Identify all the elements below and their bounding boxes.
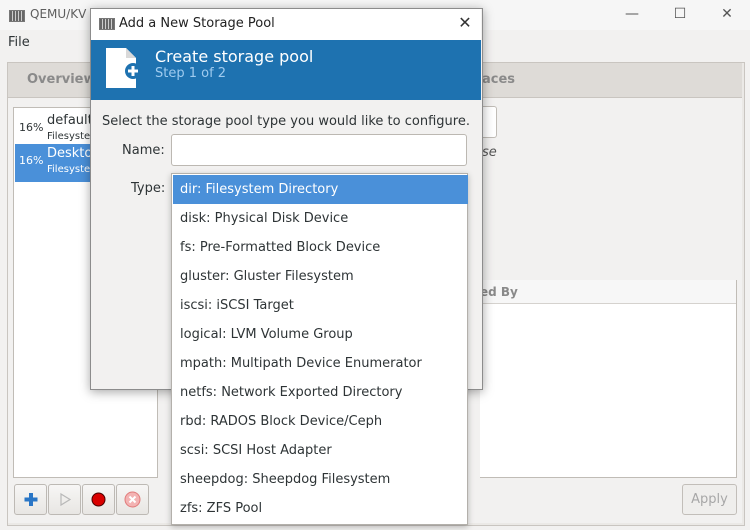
pool-type: Filesyste — [47, 164, 91, 175]
dialog-app-icon — [99, 18, 115, 30]
delete-pool-icon — [117, 485, 148, 514]
stop-pool-icon — [83, 485, 114, 514]
type-option-sheepdog[interactable]: sheepdog: Sheepdog Filesystem — [173, 465, 468, 494]
pool-name: Deskto — [47, 146, 93, 161]
maximize-icon[interactable]: ☐ — [665, 4, 695, 24]
stop-pool-button[interactable] — [82, 484, 115, 515]
pool-usage: 16% — [19, 121, 44, 134]
close-window-icon[interactable]: ✕ — [712, 4, 742, 24]
type-option-mpath[interactable]: mpath: Multipath Device Enumerator — [173, 349, 468, 378]
delete-pool-button[interactable] — [116, 484, 149, 515]
menu-file[interactable]: File — [8, 35, 30, 50]
type-option-disk[interactable]: disk: Physical Disk Device — [173, 204, 468, 233]
pool-usage: 16% — [19, 154, 44, 167]
dialog-step-indicator: Step 1 of 2 — [155, 66, 227, 81]
name-label: Name: — [122, 143, 165, 158]
type-option-rbd[interactable]: rbd: RADOS Block Device/Ceph — [173, 407, 468, 436]
dialog-title: Add a New Storage Pool — [119, 16, 275, 31]
tab-network-interfaces[interactable]: aces — [482, 72, 515, 87]
apply-button[interactable]: Apply — [682, 484, 737, 515]
pool-name: default — [47, 113, 93, 128]
pool-type: Filesyste — [47, 131, 91, 142]
dialog-heading: Create storage pool — [155, 47, 314, 66]
start-pool-button[interactable] — [48, 484, 81, 515]
type-label: Type: — [131, 181, 166, 196]
pool-detail-text: se — [482, 145, 497, 160]
add-pool-icon — [15, 485, 46, 514]
dialog-instructions: Select the storage pool type you would l… — [102, 114, 470, 129]
volumes-table[interactable] — [480, 280, 737, 478]
main-window-title: QEMU/KV — [30, 7, 87, 21]
app-icon — [9, 10, 25, 22]
used-by-column-header[interactable]: ed By — [480, 285, 518, 299]
type-option-scsi[interactable]: scsi: SCSI Host Adapter — [173, 436, 468, 465]
type-option-fs[interactable]: fs: Pre-Formatted Block Device — [173, 233, 468, 262]
minimize-icon[interactable]: — — [617, 4, 647, 24]
type-option-zfs[interactable]: zfs: ZFS Pool — [173, 494, 468, 523]
dialog-close-icon[interactable]: ✕ — [455, 12, 475, 34]
tab-overview[interactable]: Overview — [27, 72, 96, 87]
type-option-dir[interactable]: dir: Filesystem Directory — [173, 175, 468, 204]
type-option-iscsi[interactable]: iscsi: iSCSI Target — [173, 291, 468, 320]
start-pool-icon — [49, 485, 80, 514]
type-option-gluster[interactable]: gluster: Gluster Filesystem — [173, 262, 468, 291]
type-option-netfs[interactable]: netfs: Network Exported Directory — [173, 378, 468, 407]
new-document-icon — [104, 46, 144, 96]
type-option-logical[interactable]: logical: LVM Volume Group — [173, 320, 468, 349]
add-pool-button[interactable] — [14, 484, 47, 515]
pool-type-dropdown-list[interactable]: dir: Filesystem Directory disk: Physical… — [171, 173, 468, 525]
name-input[interactable] — [171, 134, 467, 166]
volumes-table-header — [480, 280, 736, 304]
